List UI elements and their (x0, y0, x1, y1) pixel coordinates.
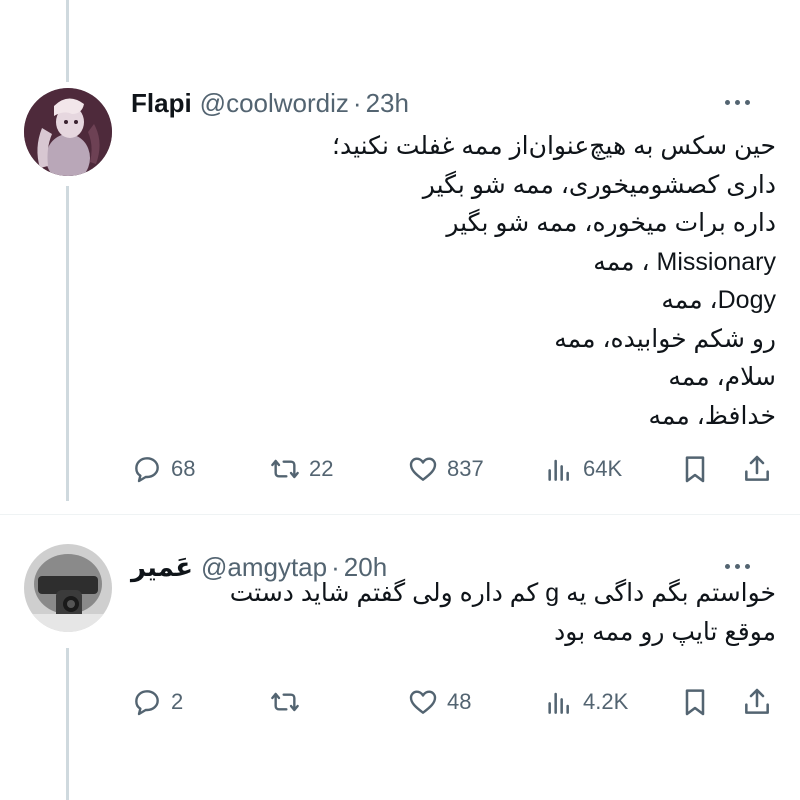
action-bar: 68 22 837 64K (131, 453, 772, 489)
like-icon (409, 457, 437, 481)
tweet-text: حین سکس به هیچ‌عنوان‌از ممه غفلت نکنید؛ … (136, 127, 776, 435)
share-button[interactable] (741, 686, 773, 718)
avatar[interactable] (24, 544, 112, 632)
views-button[interactable]: 64K (543, 453, 622, 485)
bookmark-icon (685, 689, 705, 716)
views-count: 64K (583, 456, 623, 481)
display-name[interactable]: Flapi (131, 88, 192, 119)
tweet-line: سلام، ممه (668, 363, 776, 391)
avatar[interactable] (24, 88, 112, 176)
more-icon[interactable] (725, 564, 750, 569)
like-count: 837 (447, 456, 484, 481)
views-icon (548, 459, 569, 481)
separator-dot: · (352, 87, 362, 118)
share-icon (745, 688, 769, 714)
share-button[interactable] (741, 453, 773, 485)
reply-count: 68 (171, 456, 196, 481)
like-button[interactable]: 48 (407, 686, 471, 718)
tweet[interactable]: Flapi @coolwordiz · 23h حین سکس به هیچ‌ع… (0, 0, 800, 514)
share-icon (745, 455, 769, 481)
more-icon[interactable] (725, 100, 750, 105)
retweet-button[interactable] (269, 686, 309, 718)
tweet-line: حین سکس به هیچ‌عنوان‌از ممه غفلت نکنید؛ (332, 132, 776, 160)
reply-count: 2 (171, 689, 184, 714)
views-icon (548, 692, 569, 714)
tweet-line: داره برات میخوره، ممه شو بگیر (446, 209, 776, 237)
retweet-icon (271, 459, 299, 479)
bookmark-icon (685, 456, 705, 483)
tweet-line: خدافظ، ممه (648, 401, 776, 430)
bookmark-button[interactable] (679, 453, 711, 485)
tweet-line: Missionary ، ممه (593, 247, 776, 276)
like-button[interactable]: 837 (407, 453, 484, 485)
reply-icon (135, 457, 159, 483)
tweet-line: خواستم بگم داگی یه g کم داره ولی گفتم شا… (229, 579, 776, 607)
tweet-line: داری کصشومیخوری، ممه شو بگیر (422, 170, 776, 199)
timestamp[interactable]: 23h (366, 88, 409, 119)
retweet-count: 22 (309, 456, 334, 481)
reply-button[interactable]: 2 (131, 686, 183, 718)
retweet-icon (271, 692, 299, 712)
reply-button[interactable]: 68 (131, 453, 195, 485)
tweet-header: Flapi @coolwordiz · 23h (131, 86, 776, 120)
user-handle[interactable]: @coolwordiz (200, 88, 349, 119)
action-bar: 2 48 4.2K (131, 686, 772, 722)
tweet-line: موقع تایپ رو ممه بود (554, 617, 776, 646)
tweet-line: رو شکم خوابیده، ممه (554, 324, 776, 353)
reply-icon (135, 690, 159, 716)
tweet-line: Dogy، ممه (661, 286, 776, 314)
tweet-text: خواستم بگم داگی یه g کم داره ولی گفتم شا… (136, 574, 776, 651)
retweet-button[interactable]: 22 (269, 453, 333, 485)
bookmark-button[interactable] (679, 686, 711, 718)
tweet[interactable]: عَمیر @amgytap · 20h خواستم بگم داگی یه … (0, 514, 800, 800)
views-count: 4.2K (583, 689, 629, 714)
like-count: 48 (447, 689, 472, 714)
like-icon (409, 690, 437, 714)
views-button[interactable]: 4.2K (543, 686, 628, 718)
